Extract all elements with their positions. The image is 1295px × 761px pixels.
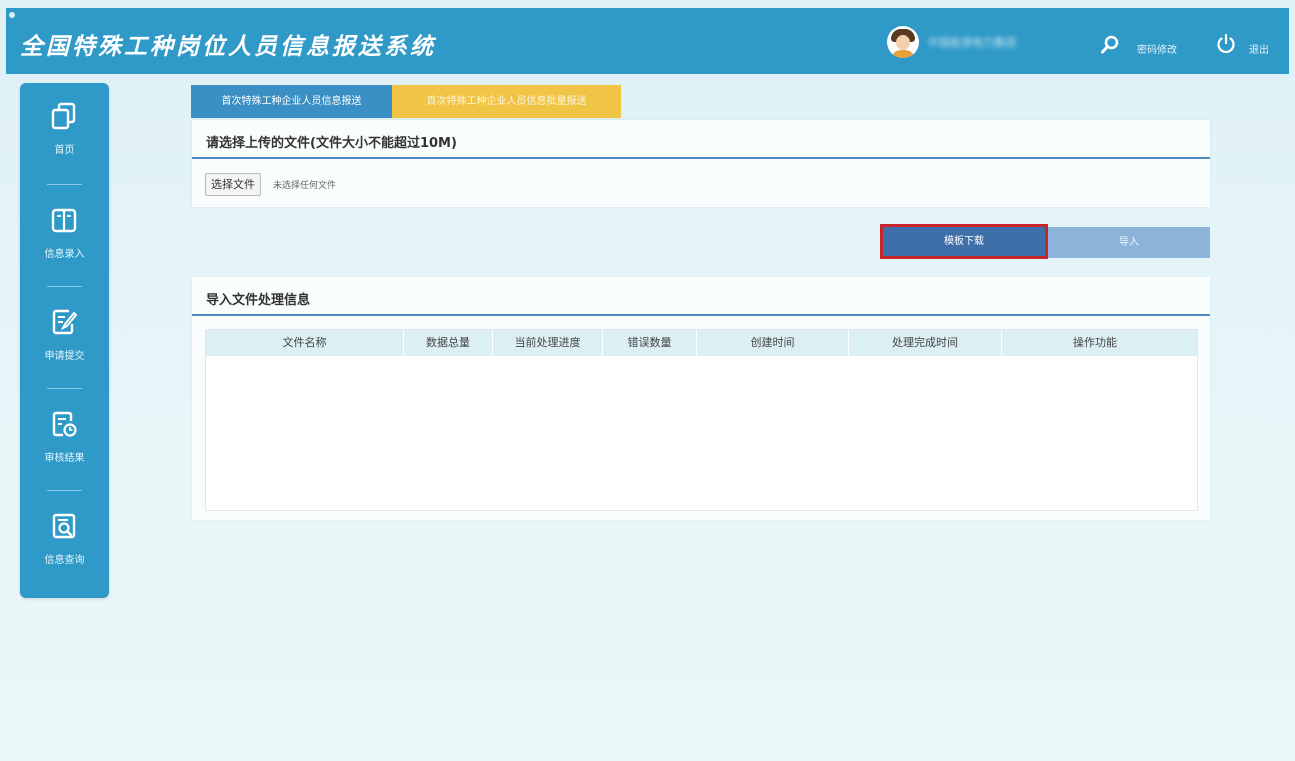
column-header-actions: 操作功能: [1073, 336, 1117, 349]
processing-panel: 导入文件处理信息 文件名称 数据总量 当前处理进度 错误数量 创建时间 处理完成…: [192, 277, 1210, 520]
book-icon: [51, 208, 77, 233]
tab-batch-report[interactable]: 首次特殊工种企业人员信息批量报送: [392, 85, 621, 118]
column-header-created: 创建时间: [697, 330, 849, 356]
document-clock-icon: [52, 411, 77, 437]
divider: [192, 314, 1210, 316]
table-header: 文件名称 数据总量 当前处理进度 错误数量 创建时间 处理完成时间 操作功能: [206, 330, 1197, 356]
import-button[interactable]: 导入: [1048, 227, 1210, 258]
column-header-total: 数据总量: [404, 330, 493, 356]
edit-document-icon: [52, 309, 78, 335]
divider: [47, 184, 82, 185]
processing-title: 导入文件处理信息: [206, 293, 311, 308]
app-title: 全国特殊工种岗位人员信息报送系统: [20, 33, 436, 60]
decor-dot: [9, 12, 15, 18]
sidebar-item-label: 申请提交: [44, 351, 85, 362]
divider: [192, 157, 1210, 159]
template-download-button[interactable]: 模板下载: [880, 224, 1048, 259]
no-file-text: 未选择任何文件: [273, 181, 337, 191]
sidebar-item-info-query[interactable]: 信息查询: [20, 493, 109, 585]
divider: [47, 388, 82, 389]
document-search-icon: [52, 513, 76, 539]
top-header: 全国特殊工种岗位人员信息报送系统 中国能源电力集团 密码修改 退出: [6, 8, 1289, 74]
table-body: [206, 356, 1197, 510]
sidebar-item-submit[interactable]: 申请提交: [20, 289, 109, 381]
choose-file-button[interactable]: 选择文件: [205, 173, 261, 196]
username: 中国能源电力集团: [928, 36, 1016, 49]
sidebar-item-review-result[interactable]: 审核结果: [20, 391, 109, 483]
column-header-errors: 错误数量: [603, 330, 697, 356]
column-header-file-name: 文件名称: [206, 330, 404, 356]
avatar[interactable]: [887, 26, 919, 58]
column-header-progress: 当前处理进度: [493, 330, 603, 356]
sidebar-item-label: 信息查询: [44, 555, 85, 566]
sidebar-item-home[interactable]: 首页: [20, 83, 109, 175]
sidebar-item-label: 审核结果: [44, 453, 85, 464]
processing-table: 文件名称 数据总量 当前处理进度 错误数量 创建时间 处理完成时间 操作功能: [205, 329, 1198, 511]
search-icon[interactable]: [1100, 35, 1120, 55]
divider: [47, 286, 82, 287]
column-header-completed: 处理完成时间: [849, 330, 1002, 356]
copy-icon: [51, 102, 76, 130]
upload-title: 请选择上传的文件(文件大小不能超过10M): [206, 136, 457, 151]
password-change-link[interactable]: 密码修改: [1137, 41, 1177, 56]
sidebar-item-label: 首页: [54, 145, 75, 156]
power-icon[interactable]: [1215, 33, 1237, 55]
divider: [47, 490, 82, 491]
tab-single-report[interactable]: 首次特殊工种企业人员信息报送: [191, 85, 392, 118]
logout-link[interactable]: 退出: [1249, 41, 1269, 56]
sidebar-item-info-entry[interactable]: 信息录入: [20, 187, 109, 279]
upload-panel: 请选择上传的文件(文件大小不能超过10M) 选择文件 未选择任何文件: [192, 120, 1210, 207]
sidebar-item-label: 信息录入: [44, 249, 85, 260]
sidebar: 首页 信息录入 申请提交 审核结果 信息查询: [20, 83, 109, 598]
